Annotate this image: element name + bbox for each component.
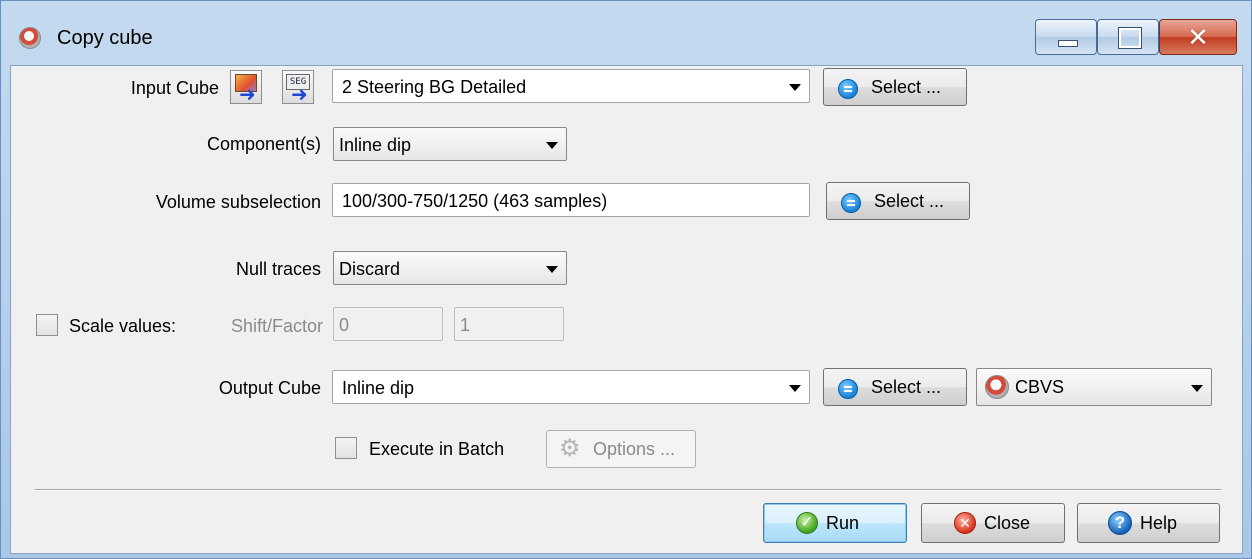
minimize-button[interactable]: [1035, 19, 1097, 55]
scale-values-label: Scale values:: [69, 316, 177, 336]
volume-subselection-field[interactable]: 100/300-750/1250 (463 samples): [332, 183, 810, 217]
chevron-down-icon: [1191, 385, 1203, 392]
volume-subselection-label: Volume subselection: [155, 192, 321, 212]
components-label: Component(s): [206, 134, 321, 154]
app-icon: [19, 27, 41, 49]
maximize-button[interactable]: [1097, 19, 1159, 55]
input-cube-combo[interactable]: 2 Steering BG Detailed: [332, 69, 810, 103]
output-cube-select-button[interactable]: Select ...: [823, 368, 967, 406]
help-button[interactable]: ? Help: [1077, 503, 1220, 543]
dialog-body: Input Cube ➜ SEG ➜ 2 Steering BG Detaile…: [10, 65, 1243, 554]
input-cube-import-segy-button[interactable]: SEG ➜: [282, 70, 314, 105]
cbvs-icon: [985, 375, 1009, 399]
factor-field[interactable]: 1: [454, 307, 564, 341]
gear-icon: ⚙: [559, 435, 581, 462]
chevron-down-icon: [546, 142, 558, 149]
chevron-down-icon: [789, 385, 801, 392]
cancel-icon: ✕: [954, 512, 976, 534]
checkmark-icon: ✓: [796, 512, 818, 534]
help-icon: ?: [1108, 511, 1132, 535]
shift-factor-label: Shift/Factor: [230, 316, 323, 336]
shift-field[interactable]: 0: [333, 307, 443, 341]
input-cube-select-button[interactable]: Select ...: [823, 68, 967, 106]
volume-subselection-select-button[interactable]: Select ...: [826, 182, 970, 220]
dialog-window: Copy cube ✕ Input Cube ➜ SEG ➜ 2 Steerin…: [0, 0, 1252, 559]
chevron-down-icon: [789, 84, 801, 91]
close-icon: ✕: [1187, 22, 1209, 52]
close-window-button[interactable]: ✕: [1159, 19, 1237, 55]
execute-in-batch-checkbox[interactable]: [335, 437, 357, 459]
scale-values-checkbox[interactable]: [36, 314, 58, 336]
title-bar[interactable]: Copy cube ✕: [1, 1, 1251, 65]
select-list-icon: [838, 379, 858, 399]
select-list-icon: [838, 79, 858, 99]
execute-in-batch-label: Execute in Batch: [369, 439, 505, 459]
output-cube-combo[interactable]: Inline dip: [332, 370, 810, 404]
input-cube-label: Input Cube: [130, 78, 219, 98]
batch-options-button[interactable]: ⚙ Options ...: [546, 430, 696, 468]
null-traces-label: Null traces: [235, 259, 321, 279]
output-format-combo[interactable]: CBVS: [976, 368, 1212, 406]
window-title: Copy cube: [57, 27, 153, 49]
minimize-icon: [1058, 40, 1078, 47]
components-combo[interactable]: Inline dip: [333, 127, 567, 161]
close-button[interactable]: ✕ Close: [921, 503, 1065, 543]
input-cube-import-image-button[interactable]: ➜: [230, 70, 262, 105]
run-button[interactable]: ✓ Run: [763, 503, 907, 543]
chevron-down-icon: [546, 266, 558, 273]
null-traces-combo[interactable]: Discard: [333, 251, 567, 285]
output-cube-label: Output Cube: [218, 378, 321, 398]
select-list-icon: [841, 193, 861, 213]
maximize-icon: [1118, 27, 1142, 49]
separator: [35, 489, 1221, 491]
